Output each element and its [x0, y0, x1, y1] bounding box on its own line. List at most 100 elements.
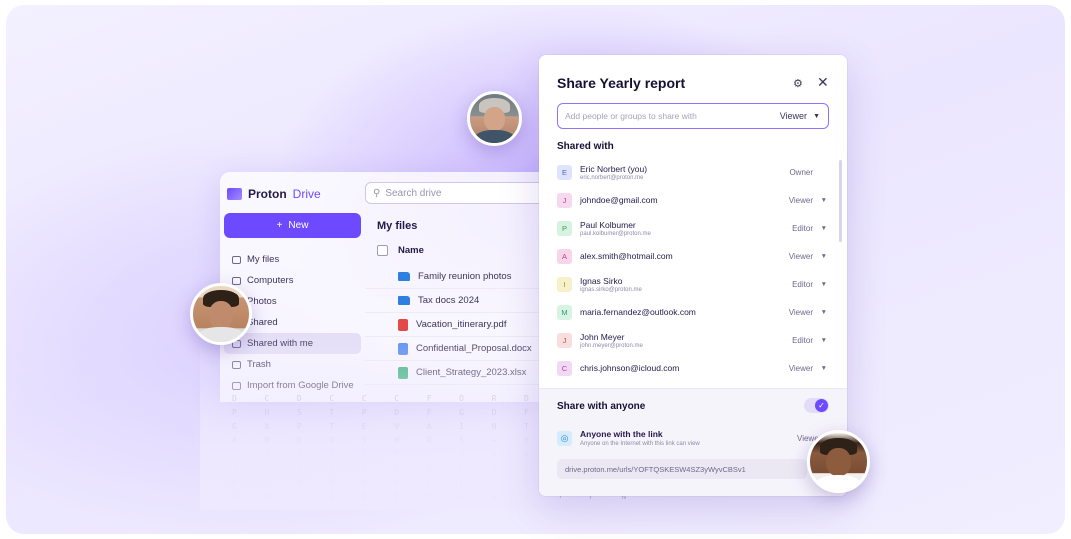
folder-outline-icon: [232, 255, 241, 264]
permission-select[interactable]: Editor: [785, 224, 813, 233]
file-name: Confidential_Proposal.docx: [416, 343, 532, 354]
avatar: C: [557, 360, 572, 376]
chevron-down-icon[interactable]: ▼: [813, 309, 827, 316]
shared-with-list: E Eric Norbert (you) eric.norbert@proton.m…: [557, 158, 827, 382]
sidebar-item-my-files[interactable]: My files: [220, 249, 361, 270]
chevron-down-icon[interactable]: ▼: [813, 365, 827, 372]
search-icon: ⚲: [373, 187, 381, 199]
permission-select[interactable]: Viewer: [785, 308, 813, 317]
trash-icon: [232, 360, 241, 369]
list-item: P Paul Kolbumer paul.kolbumer@proton.me Edi…: [557, 214, 827, 242]
list-item: Cchris.johnson@icloud.com Viewer ▼: [557, 354, 827, 382]
sidebar-item-shared-with-me[interactable]: Shared with me: [224, 333, 361, 354]
person-email: paul.kolbumer@proton.me: [580, 230, 651, 237]
check-icon: ✓: [815, 399, 828, 412]
chevron-down-icon[interactable]: ▼: [813, 253, 827, 260]
column-header-name[interactable]: Name: [398, 245, 424, 256]
avatar: P: [557, 220, 572, 236]
table-row[interactable]: Confidential_Proposal.docx: [365, 337, 550, 361]
file-name: Vacation_itinerary.pdf: [416, 319, 507, 330]
person-name: johndoe@gmail.com: [580, 195, 658, 205]
share-link-field[interactable]: drive.proton.me/urls/YOFTQSKESW4SZ3yWyvC…: [557, 459, 807, 479]
sidebar-item-label: My files: [247, 254, 280, 265]
person-name: Eric Norbert (you): [580, 163, 648, 174]
permission-select[interactable]: Editor: [785, 336, 813, 345]
pdf-icon: [398, 318, 408, 331]
avatar: J: [557, 192, 572, 208]
chevron-down-icon[interactable]: ▼: [813, 337, 827, 344]
table-row[interactable]: Family reunion photos: [365, 265, 550, 289]
permission-select[interactable]: Editor: [785, 280, 813, 289]
sidebar-item-label: Import from Google Drive: [247, 380, 354, 391]
avatar-young-man: [190, 283, 252, 345]
new-button[interactable]: + New: [224, 213, 361, 238]
table-row[interactable]: Client_Strategy_2023.xlsx: [365, 361, 550, 385]
person-text: johndoe@gmail.com: [580, 195, 785, 205]
import-icon: [232, 381, 241, 390]
chevron-down-icon[interactable]: ▼: [813, 113, 820, 120]
sidebar-item-computers[interactable]: Computers: [220, 270, 361, 291]
spreadsheet-icon: [398, 366, 408, 379]
file-name: Tax docs 2024: [418, 295, 480, 306]
avatar: I: [557, 276, 572, 292]
search-placeholder: Search drive: [385, 187, 442, 199]
brand-main: Proton: [248, 187, 287, 201]
sidebar-item-label: Computers: [247, 275, 294, 286]
permission-select[interactable]: Viewer: [780, 111, 807, 121]
select-all-checkbox[interactable]: [377, 245, 388, 256]
list-item: Jjohndoe@gmail.com Viewer ▼: [557, 186, 827, 214]
chevron-down-icon[interactable]: ▼: [813, 197, 827, 204]
person-text: Paul Kolbumer paul.kolbumer@proton.me: [580, 220, 785, 237]
proton-drive-logo: Proton Drive: [227, 187, 321, 201]
avatar-older-man: [467, 91, 522, 146]
link-access-description: Anyone on the Internet with this link ca…: [580, 441, 700, 447]
plus-icon: +: [276, 220, 283, 231]
file-list: Family reunion photos Tax docs 2024 Vaca…: [365, 265, 550, 385]
dialog-title: Share Yearly report: [557, 75, 686, 91]
table-row[interactable]: Vacation_itinerary.pdf: [365, 313, 550, 337]
new-button-label: New: [288, 220, 309, 231]
chevron-down-icon[interactable]: ▼: [813, 225, 827, 232]
avatar: M: [557, 304, 572, 320]
chevron-down-icon[interactable]: ▼: [813, 281, 827, 288]
sidebar-item-trash[interactable]: Trash: [220, 354, 361, 375]
add-people-input[interactable]: Add people or groups to share with Viewe…: [557, 103, 829, 129]
avatar: J: [557, 332, 572, 348]
avatar: A: [557, 248, 572, 264]
close-icon[interactable]: ✕: [817, 74, 829, 91]
link-access-title: Anyone with the link: [580, 429, 663, 439]
person-name: maria.fernandez@outlook.com: [580, 307, 696, 317]
person-name: John Meyer: [580, 331, 625, 342]
person-text: chris.johnson@icloud.com: [580, 363, 785, 373]
drive-window: Proton Drive ⚲ Search drive + New My file…: [220, 172, 550, 402]
main-title: My files: [377, 220, 418, 232]
avatar-woman: [807, 430, 870, 493]
sidebar-item-label: Trash: [247, 359, 271, 370]
person-name: Paul Kolbumer: [580, 219, 636, 230]
share-with-anyone-toggle[interactable]: ✓: [804, 398, 829, 413]
share-dialog: Share Yearly report ⚙ ✕ Add people or gr…: [539, 55, 847, 496]
globe-icon: ◎: [557, 431, 572, 446]
person-text: maria.fernandez@outlook.com: [580, 307, 785, 317]
scrollbar[interactable]: [839, 160, 842, 242]
table-row[interactable]: Tax docs 2024: [365, 289, 550, 313]
file-table-header: Name: [377, 245, 424, 256]
list-item: I Ignas Sirko ignas.sirko@proton.me Editor ▼: [557, 270, 827, 298]
share-with-anyone-label: Share with anyone: [557, 401, 646, 412]
person-text: Eric Norbert (you) eric.norbert@proton.me: [580, 164, 785, 181]
public-link-section: Share with anyone ✓ ◎ Anyone with the li…: [539, 388, 847, 496]
permission-select[interactable]: Viewer: [785, 196, 813, 205]
drive-search-input[interactable]: ⚲ Search drive: [365, 182, 545, 204]
list-item: Mmaria.fernandez@outlook.com Viewer ▼: [557, 298, 827, 326]
person-name: Ignas Sirko: [580, 275, 623, 286]
sidebar-item-label: Photos: [247, 296, 277, 307]
person-name: chris.johnson@icloud.com: [580, 363, 680, 373]
settings-icon[interactable]: ⚙: [793, 77, 803, 90]
permission-select[interactable]: Viewer: [785, 252, 813, 261]
folder-icon: [398, 296, 410, 305]
person-name: alex.smith@hotmail.com: [580, 251, 673, 261]
permission-select[interactable]: Viewer: [785, 364, 813, 373]
person-email: eric.norbert@proton.me: [580, 174, 644, 181]
document-icon: [398, 342, 408, 355]
folder-icon: [398, 272, 410, 281]
